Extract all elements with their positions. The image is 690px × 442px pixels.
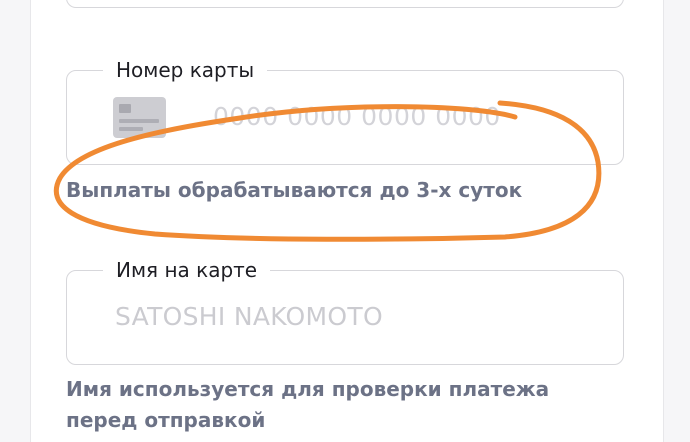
card-stripe-shape	[119, 119, 159, 123]
card-number-placeholder: 0000 0000 0000 0000	[213, 102, 501, 131]
card-number-label: Номер карты	[103, 57, 268, 83]
card-stripe-short-shape	[119, 127, 143, 131]
card-number-field[interactable]: Номер карты 0000 0000 0000 0000	[66, 57, 624, 165]
credit-card-icon	[113, 97, 166, 138]
previous-field-bottom-edge[interactable]	[66, 0, 624, 8]
cardholder-name-label: Имя на карте	[103, 257, 271, 283]
cardholder-name-field[interactable]: Имя на карте SATOSHI NAKOMOTO	[66, 257, 624, 365]
cardholder-name-hint: Имя используется для проверки платежа пе…	[66, 377, 550, 432]
payout-processing-hint: Выплаты обрабатываются до 3-х суток	[66, 178, 523, 202]
cardholder-name-placeholder: SATOSHI NAKOMOTO	[115, 302, 383, 331]
card-chip-shape	[119, 104, 131, 113]
